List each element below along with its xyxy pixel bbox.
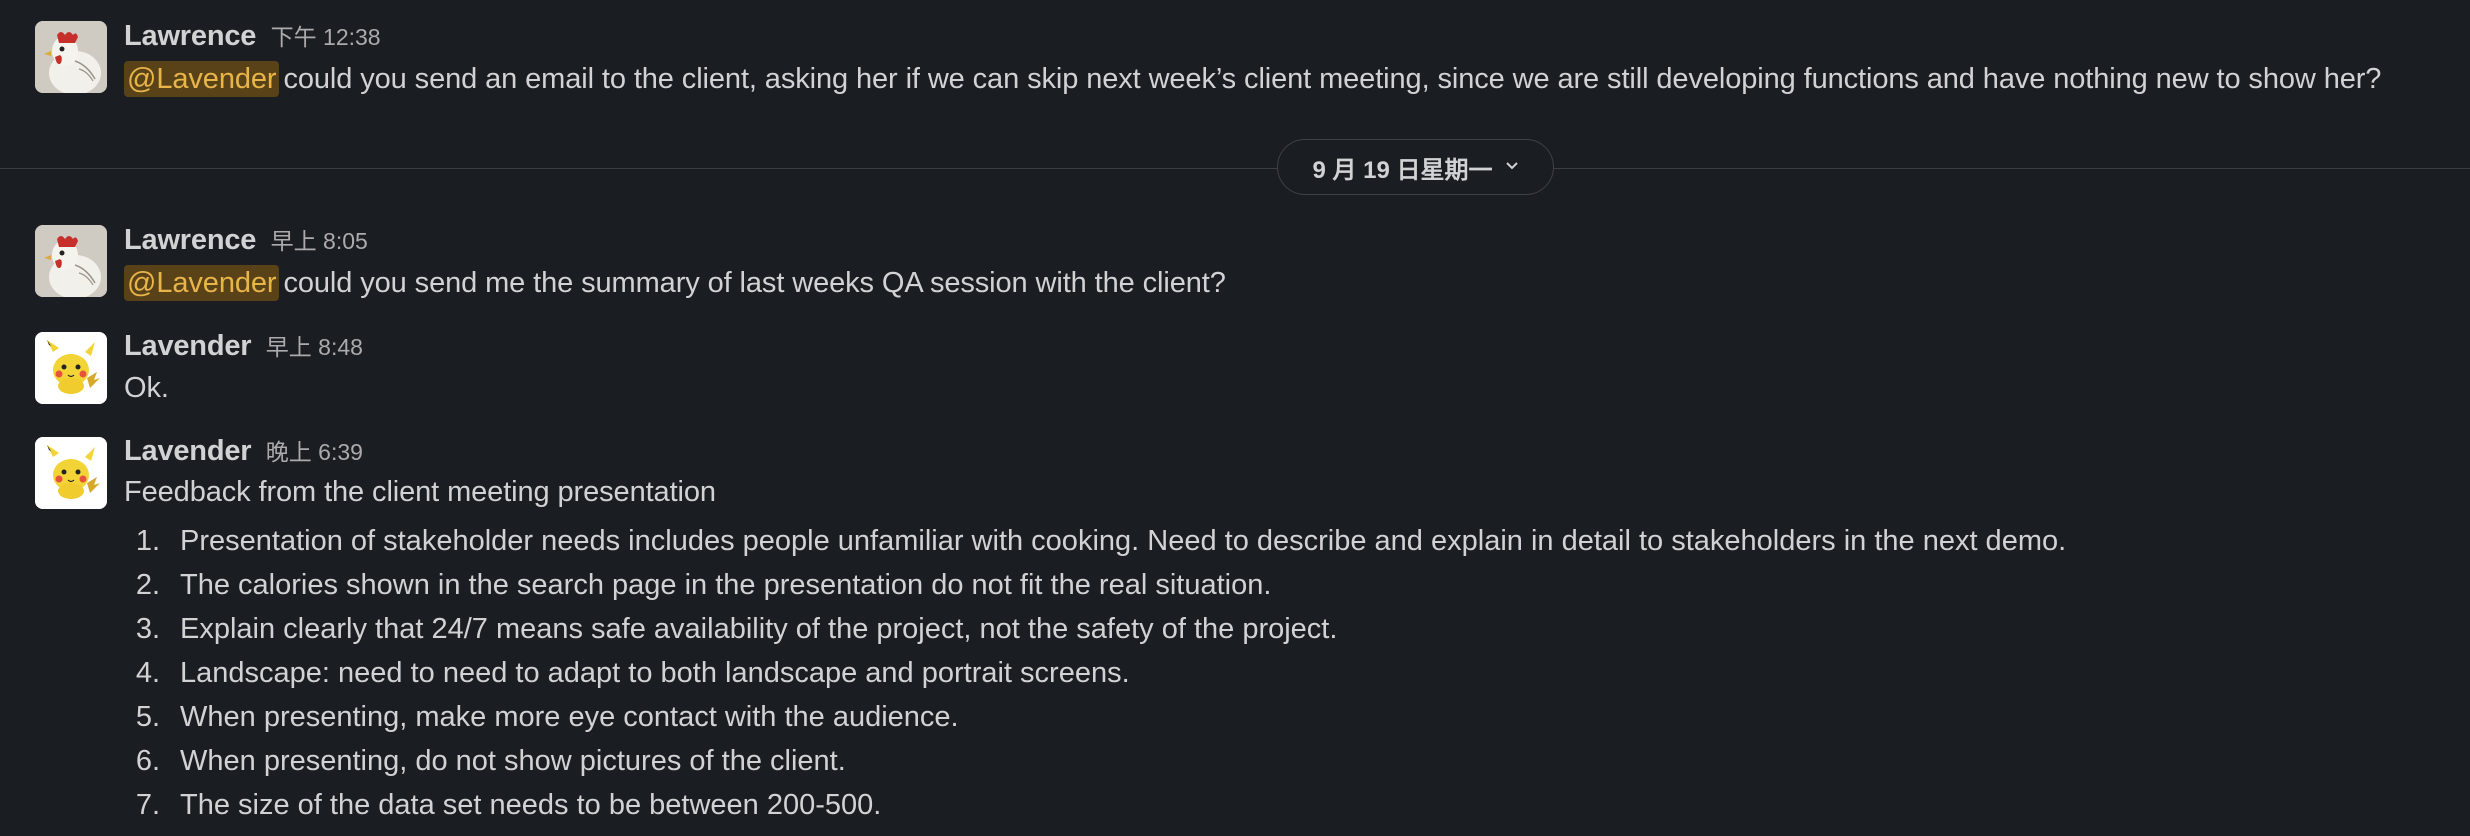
avatar-rooster[interactable] — [35, 225, 107, 297]
message-header: Lawrence 下午 12:38 — [124, 18, 381, 53]
author-name[interactable]: Lavender — [124, 330, 252, 362]
author-name[interactable]: Lavender — [124, 435, 252, 467]
author-name[interactable]: Lawrence — [124, 224, 256, 256]
list-item: 1. Presentation of stakeholder needs incl… — [124, 519, 2066, 563]
list-item: 3. Explain clearly that 24/7 means safe a… — [124, 607, 2066, 651]
message-header: Lavender 晚上 6:39 — [124, 433, 363, 468]
list-item: 2. The calories shown in the search page … — [124, 563, 2066, 607]
avatar-pikachu[interactable] — [35, 437, 107, 509]
list-number: 7. — [135, 789, 160, 821]
list-item: 7. The size of the data set needs to be b… — [124, 783, 2066, 827]
list-item-text: Landscape: need to need to adapt to both… — [180, 657, 1130, 689]
avatar-pikachu[interactable] — [35, 332, 107, 404]
message-body: Feedback from the client meeting present… — [124, 476, 716, 508]
message: Lawrence 早上 8:05 @Lavender could you send… — [0, 220, 2470, 310]
feedback-list: 1. Presentation of stakeholder needs incl… — [124, 519, 2066, 827]
list-number: 5. — [135, 701, 160, 733]
list-number: 6. — [135, 745, 160, 777]
timestamp[interactable]: 早上 8:48 — [266, 334, 363, 360]
avatar-rooster[interactable] — [35, 21, 107, 93]
list-item: 5. When presenting, make more eye contact… — [124, 695, 2066, 739]
list-item-text: Explain clearly that 24/7 means safe ava… — [180, 613, 1338, 645]
message-body: could you send me the summary of last we… — [283, 267, 1226, 299]
message: Lavender 早上 8:48 Ok. — [0, 325, 2470, 415]
message-text: Ok. — [124, 372, 169, 405]
author-name[interactable]: Lawrence — [124, 20, 256, 52]
date-divider-line — [0, 168, 2470, 169]
list-item: 6. When presenting, do not show pictures … — [124, 739, 2066, 783]
list-item: 4. Landscape: need to need to adapt to bo… — [124, 651, 2066, 695]
list-number: 3. — [135, 613, 160, 645]
timestamp[interactable]: 晚上 6:39 — [266, 439, 363, 465]
message-body: Ok. — [124, 372, 169, 404]
message-text: @Lavender could you send me the summary o… — [124, 265, 1226, 301]
timestamp[interactable]: 下午 12:38 — [271, 24, 381, 50]
timestamp[interactable]: 早上 8:05 — [271, 228, 368, 254]
list-item-text: When presenting, do not show pictures of… — [180, 745, 846, 777]
list-number: 1. — [135, 525, 160, 557]
message-header: Lawrence 早上 8:05 — [124, 222, 368, 257]
message-header: Lavender 早上 8:48 — [124, 328, 363, 363]
list-item-text: The calories shown in the search page in… — [180, 569, 1272, 601]
list-number: 2. — [135, 569, 160, 601]
list-number: 4. — [135, 657, 160, 689]
message-text: @Lavender could you send an email to the … — [124, 61, 2382, 97]
date-divider-button[interactable]: 9 月 19 日星期一 — [1277, 139, 1554, 195]
user-mention[interactable]: @Lavender — [124, 61, 280, 97]
date-label: 9 月 19 日星期一 — [1312, 156, 1493, 184]
list-item-text: When presenting, make more eye contact w… — [180, 701, 959, 733]
list-item-text: Presentation of stakeholder needs includ… — [180, 525, 2067, 557]
message-text: Feedback from the client meeting present… — [124, 476, 716, 509]
chevron-down-icon — [1505, 158, 1519, 176]
list-item-text: The size of the data set needs to be bet… — [180, 789, 882, 821]
user-mention[interactable]: @Lavender — [124, 265, 280, 301]
message-body: could you send an email to the client, a… — [283, 63, 2382, 95]
message: Lawrence 下午 12:38 @Lavender could you sen… — [0, 0, 2470, 100]
